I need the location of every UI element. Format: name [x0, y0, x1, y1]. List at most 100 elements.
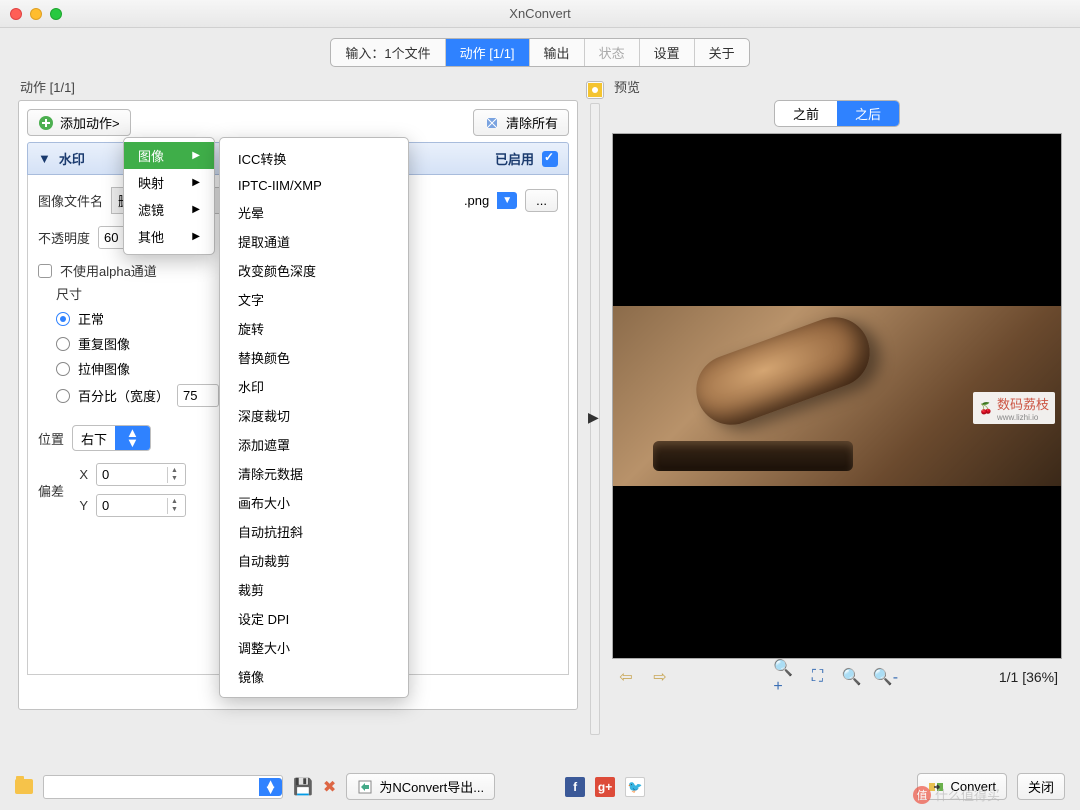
step-down-icon[interactable]: ▼ [168, 475, 181, 483]
twitter-icon[interactable]: 🐦 [625, 777, 645, 797]
preview-image: 数码荔枝 www.lizhi.io [613, 306, 1061, 486]
tab-actions[interactable]: 动作 [1/1] [446, 39, 530, 66]
footer: ▲▼ 💾 ✖ 为NConvert导出... f g+ 🐦 Convert 关闭 [15, 773, 1065, 800]
export-icon [357, 779, 373, 795]
submenu-item[interactable]: 旋转 [220, 314, 408, 343]
collapse-right-icon[interactable]: ▶ [588, 409, 599, 426]
submenu-item[interactable]: 深度裁切 [220, 401, 408, 430]
submenu-item[interactable]: 清除元数据 [220, 459, 408, 488]
menu-item-map[interactable]: 映射▶ [124, 169, 214, 196]
chevron-right-icon: ▶ [192, 204, 200, 215]
radio-percent[interactable] [56, 389, 70, 403]
no-alpha-checkbox[interactable] [38, 264, 52, 278]
window-title: XnConvert [0, 6, 1080, 21]
splitter[interactable]: ▶ [588, 75, 602, 735]
fit-screen-icon[interactable]: ⛶ [807, 667, 827, 687]
path-dropdown[interactable]: ▲▼ [43, 775, 283, 799]
clear-all-button[interactable]: 清除所有 [473, 109, 569, 136]
submenu-item[interactable]: 镜像 [220, 662, 408, 691]
prev-image-icon[interactable]: ⇦ [616, 667, 636, 687]
radio-stretch[interactable] [56, 362, 70, 376]
x-label: X [72, 467, 88, 482]
step-up-icon[interactable]: ▲ [168, 467, 181, 475]
offset-y-input[interactable] [97, 495, 167, 516]
folder-icon[interactable] [15, 779, 33, 794]
offset-x-stepper[interactable]: ▲▼ [96, 463, 186, 486]
select-arrows-icon: ▲▼ [115, 426, 150, 450]
zoom-actual-icon[interactable]: 🔍 [841, 667, 861, 687]
submenu-item[interactable]: 调整大小 [220, 633, 408, 662]
radio-normal[interactable] [56, 312, 70, 326]
broom-icon [484, 115, 500, 131]
submenu-item[interactable]: 光晕 [220, 198, 408, 227]
submenu-item[interactable]: IPTC-IIM/XMP [220, 173, 408, 198]
tab-before[interactable]: 之前 [775, 101, 837, 126]
tab-status[interactable]: 状态 [585, 39, 640, 66]
titlebar: XnConvert [0, 0, 1080, 28]
position-select[interactable]: 右下 ▲▼ [72, 425, 151, 451]
radio-percent-label: 百分比（宽度） [78, 386, 169, 405]
submenu-item[interactable]: 水印 [220, 372, 408, 401]
position-label: 位置 [38, 429, 64, 448]
main-tabs: 输入：1个文件 动作 [1/1] 输出 状态 设置 关于 [0, 28, 1080, 75]
step-down-icon[interactable]: ▼ [168, 506, 181, 514]
save-icon[interactable]: 💾 [293, 777, 313, 797]
action-category-menu: 图像▶ 映射▶ 滤镜▶ 其他▶ [123, 137, 215, 255]
watermark-brand: 数码荔枝 [997, 397, 1049, 412]
next-image-icon[interactable]: ⇨ [650, 667, 670, 687]
submenu-item[interactable]: 裁剪 [220, 575, 408, 604]
position-value: 右下 [73, 427, 115, 450]
clear-all-label: 清除所有 [506, 113, 558, 132]
zoom-out-icon[interactable]: 🔍- [875, 667, 895, 687]
preview-viewport: 数码荔枝 www.lizhi.io [612, 133, 1062, 659]
browse-button[interactable]: ... [525, 189, 558, 212]
tab-after[interactable]: 之后 [837, 101, 899, 126]
menu-item-image[interactable]: 图像▶ [124, 142, 214, 169]
googleplus-icon[interactable]: g+ [595, 777, 615, 797]
watermark-badge: 数码荔枝 www.lizhi.io [973, 392, 1055, 424]
submenu-item[interactable]: 提取通道 [220, 227, 408, 256]
menu-item-filter[interactable]: 滤镜▶ [124, 196, 214, 223]
close-label: 关闭 [1028, 777, 1054, 796]
chevron-right-icon: ▶ [192, 231, 200, 242]
facebook-icon[interactable]: f [565, 777, 585, 797]
radio-stretch-label: 拉伸图像 [78, 359, 130, 378]
submenu-item[interactable]: ICC转换 [220, 144, 408, 173]
chevron-down-icon: ▼ [38, 151, 51, 166]
tab-output[interactable]: 输出 [530, 39, 585, 66]
submenu-item[interactable]: 替换颜色 [220, 343, 408, 372]
submenu-item[interactable]: 自动裁剪 [220, 546, 408, 575]
percent-stepper[interactable] [177, 384, 219, 407]
no-alpha-label: 不使用alpha通道 [60, 261, 157, 280]
close-button[interactable]: 关闭 [1017, 773, 1065, 800]
submenu-item[interactable]: 设定 DPI [220, 604, 408, 633]
submenu-item[interactable]: 画布大小 [220, 488, 408, 517]
offset-y-stepper[interactable]: ▲▼ [96, 494, 186, 517]
tab-settings[interactable]: 设置 [640, 39, 695, 66]
menu-item-other[interactable]: 其他▶ [124, 223, 214, 250]
splitter-track[interactable]: ▶ [590, 103, 600, 735]
image-submenu: ICC转换 IPTC-IIM/XMP 光晕 提取通道 改变颜色深度 文字 旋转 … [219, 137, 409, 698]
tab-input[interactable]: 输入：1个文件 [331, 39, 445, 66]
actions-section-label: 动作 [1/1] [20, 77, 578, 96]
submenu-item[interactable]: 自动抗扭斜 [220, 517, 408, 546]
preview-thumb-button[interactable] [586, 81, 604, 99]
export-nconvert-button[interactable]: 为NConvert导出... [346, 773, 495, 800]
file-ext: .png [464, 193, 489, 208]
offset-x-input[interactable] [97, 464, 167, 485]
step-up-icon[interactable]: ▲ [168, 498, 181, 506]
radio-repeat[interactable] [56, 337, 70, 351]
zoom-in-icon[interactable]: 🔍+ [773, 667, 793, 687]
preview-section-label: 预览 [614, 77, 1062, 96]
submenu-item[interactable]: 改变颜色深度 [220, 256, 408, 285]
submenu-item[interactable]: 文字 [220, 285, 408, 314]
percent-input[interactable] [178, 385, 218, 406]
add-action-button[interactable]: 添加动作> [27, 109, 131, 136]
delete-icon[interactable]: ✖ [323, 777, 336, 797]
plus-icon [38, 115, 54, 131]
submenu-item[interactable]: 添加遮罩 [220, 430, 408, 459]
chevron-updown-icon: ▲▼ [259, 778, 282, 796]
tab-about[interactable]: 关于 [695, 39, 749, 66]
chevron-down-icon[interactable]: ▼ [497, 192, 517, 209]
enabled-checkbox[interactable] [542, 151, 558, 167]
